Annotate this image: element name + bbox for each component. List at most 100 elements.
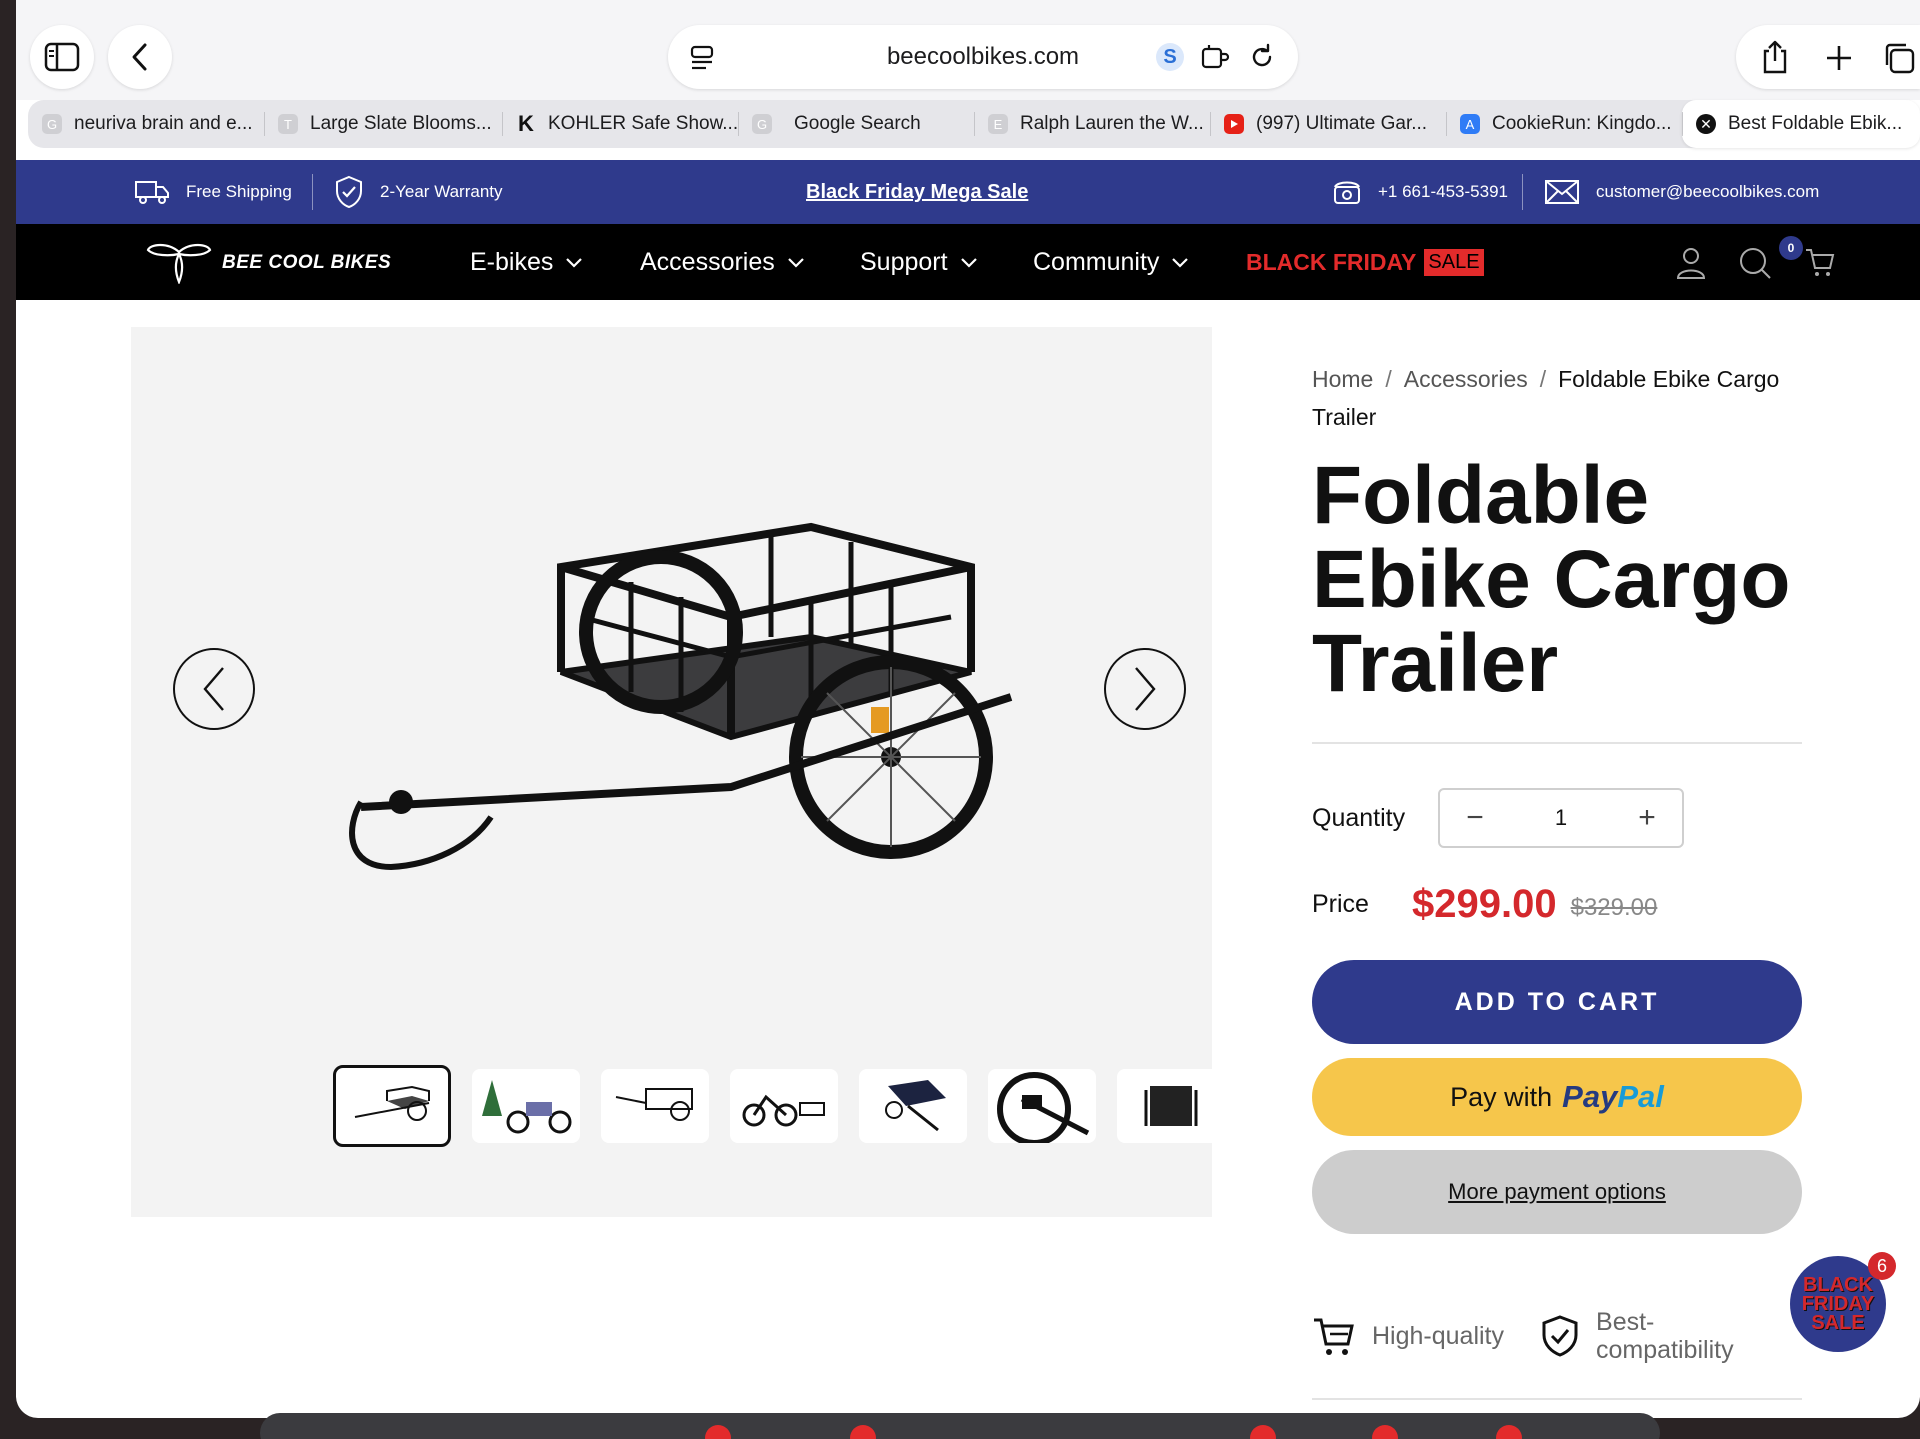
new-tab-icon[interactable]	[1824, 43, 1854, 73]
main-nav: BEE COOL BIKES E-bikes Accessories Suppo…	[16, 224, 1920, 300]
email-text: customer@beecoolbikes.com	[1596, 182, 1820, 201]
gallery-prev-button[interactable]	[173, 648, 255, 730]
divider	[1522, 174, 1523, 210]
search-icon[interactable]	[1738, 246, 1772, 280]
sidebar-toggle-button[interactable]	[30, 25, 94, 89]
paypal-button[interactable]: Pay with PayPal	[1312, 1058, 1802, 1136]
dock-badge	[1496, 1425, 1522, 1439]
shield-check-icon	[336, 175, 362, 209]
warranty-text: 2-Year Warranty	[380, 182, 503, 201]
tab-best-foldable[interactable]: ✕ Best Foldable Ebik...	[1682, 100, 1920, 148]
tab-kohler[interactable]: K KOHLER Safe Show...	[502, 100, 738, 148]
title-divider	[1312, 742, 1802, 744]
email[interactable]: customer@beecoolbikes.com	[1544, 160, 1819, 224]
badge-line: FRIDAY	[1801, 1292, 1875, 1315]
nav-black-friday[interactable]: BLACK FRIDAY SALE	[1246, 224, 1484, 300]
sale-tag: SALE	[1424, 248, 1484, 276]
sidebar-icon	[44, 42, 80, 72]
nav-label: Accessories	[640, 247, 775, 276]
bee-logo-icon	[146, 243, 212, 284]
chevron-down-icon	[960, 258, 977, 268]
shield-check-icon	[1542, 1315, 1578, 1357]
thumbnail-strip	[333, 1065, 1246, 1147]
chevron-down-icon	[1172, 258, 1189, 268]
chevron-left-icon	[203, 667, 224, 711]
tab-google-search[interactable]: G Google Search	[738, 100, 974, 148]
nav-label: E-bikes	[470, 247, 554, 276]
browser-window: beecoolbikes.com S G neuriva brain and e…	[16, 0, 1920, 1418]
thumbnail[interactable]	[730, 1069, 838, 1143]
truck-icon	[135, 181, 169, 204]
nav-accessories[interactable]: Accessories	[640, 224, 805, 300]
brand-name: BEE COOL BIKES	[222, 252, 392, 273]
phone[interactable]: +1 661-453-5391	[1332, 160, 1508, 224]
extension-icon[interactable]	[1200, 43, 1230, 71]
dock-badge	[1250, 1425, 1276, 1439]
announcement-bar: Free Shipping 2-Year Warranty Black Frid…	[16, 160, 1920, 224]
close-tab-icon[interactable]: ✕	[1696, 114, 1716, 134]
extension-s-icon[interactable]: S	[1156, 43, 1184, 71]
dock-badge	[705, 1425, 731, 1439]
kohler-favicon-icon: K	[518, 111, 534, 136]
thumbnail[interactable]	[333, 1065, 451, 1147]
tab-neuriva[interactable]: G neuriva brain and e...	[28, 100, 264, 148]
feature-list: High-quality Best-compatibility	[1312, 1306, 1746, 1366]
thumbnail[interactable]	[859, 1069, 967, 1143]
price-label: Price	[1312, 889, 1369, 918]
google-favicon-icon: G	[42, 114, 62, 134]
chevron-right-icon	[1135, 667, 1156, 711]
cart-icon[interactable]	[1804, 246, 1836, 278]
black-friday-promo-link[interactable]: Black Friday Mega Sale	[806, 160, 1028, 224]
tab-large-slate[interactable]: T Large Slate Blooms...	[264, 100, 502, 148]
tab-label: Ralph Lauren the W...	[1020, 113, 1204, 134]
chevron-down-icon	[566, 258, 583, 268]
price-row: Price $299.00 $329.00	[1312, 876, 1657, 932]
product-title: Foldable Ebike Cargo Trailer	[1312, 450, 1791, 709]
nav-support[interactable]: Support	[860, 224, 978, 300]
tab-cookierun[interactable]: A CookieRun: Kingdo...	[1446, 100, 1682, 148]
tab-youtube[interactable]: (997) Ultimate Gar...	[1210, 100, 1446, 148]
thumbnail[interactable]	[988, 1069, 1096, 1143]
dock-badge	[1372, 1425, 1398, 1439]
thumbnail[interactable]	[601, 1069, 709, 1143]
tab-label: Large Slate Blooms...	[310, 113, 492, 134]
tab-ralph-lauren[interactable]: E Ralph Lauren the W...	[974, 100, 1210, 148]
wheel-closeup-thumb-icon	[997, 1072, 1090, 1143]
tab-overview-icon[interactable]	[1882, 41, 1916, 75]
paypal-prefix: Pay with	[1450, 1081, 1553, 1112]
quantity-row: Quantity − 1 +	[1312, 788, 1684, 848]
reload-icon[interactable]	[1248, 43, 1276, 71]
increment-button[interactable]: +	[1632, 801, 1662, 835]
chevron-down-icon	[787, 258, 804, 268]
back-button[interactable]	[108, 25, 172, 89]
trailer-thumb-icon	[354, 1085, 430, 1121]
thumbnail[interactable]	[472, 1069, 580, 1143]
add-to-cart-button[interactable]: ADD TO CART	[1312, 960, 1802, 1044]
product-info: Home / Accessories / Foldable Ebike Cargo Tr…	[1312, 360, 1802, 706]
share-icon[interactable]	[1760, 39, 1790, 75]
address-bar[interactable]: beecoolbikes.com S	[668, 25, 1298, 89]
tab-label: Best Foldable Ebik...	[1728, 113, 1903, 134]
quantity-value[interactable]: 1	[1555, 805, 1567, 831]
compare-price: $329.00	[1570, 894, 1658, 921]
brand-logo[interactable]: BEE COOL BIKES	[146, 240, 391, 286]
nav-community[interactable]: Community	[1033, 224, 1189, 300]
nav-label: Community	[1033, 247, 1160, 276]
more-payment-options-button[interactable]: More payment options	[1312, 1150, 1802, 1234]
breadcrumb-home[interactable]: Home	[1312, 366, 1373, 392]
tab-label: CookieRun: Kingdo...	[1492, 113, 1672, 134]
divider	[312, 174, 313, 210]
sale-price: $299.00	[1412, 881, 1557, 926]
decrement-button[interactable]: −	[1460, 801, 1490, 835]
account-icon[interactable]	[1675, 246, 1707, 280]
tab-label: KOHLER Safe Show...	[548, 113, 738, 134]
tab-label: neuriva brain and e...	[74, 113, 253, 134]
phone-icon	[1334, 181, 1360, 204]
thumbnail[interactable]	[1117, 1069, 1225, 1143]
nav-ebikes[interactable]: E-bikes	[470, 224, 583, 300]
feature-label: High-quality	[1372, 1322, 1505, 1350]
breadcrumb-accessories[interactable]: Accessories	[1404, 366, 1528, 392]
gallery-next-button[interactable]	[1104, 648, 1186, 730]
bike-tree-thumb-icon	[482, 1080, 572, 1134]
badge-line: BLACK	[1803, 1273, 1873, 1296]
